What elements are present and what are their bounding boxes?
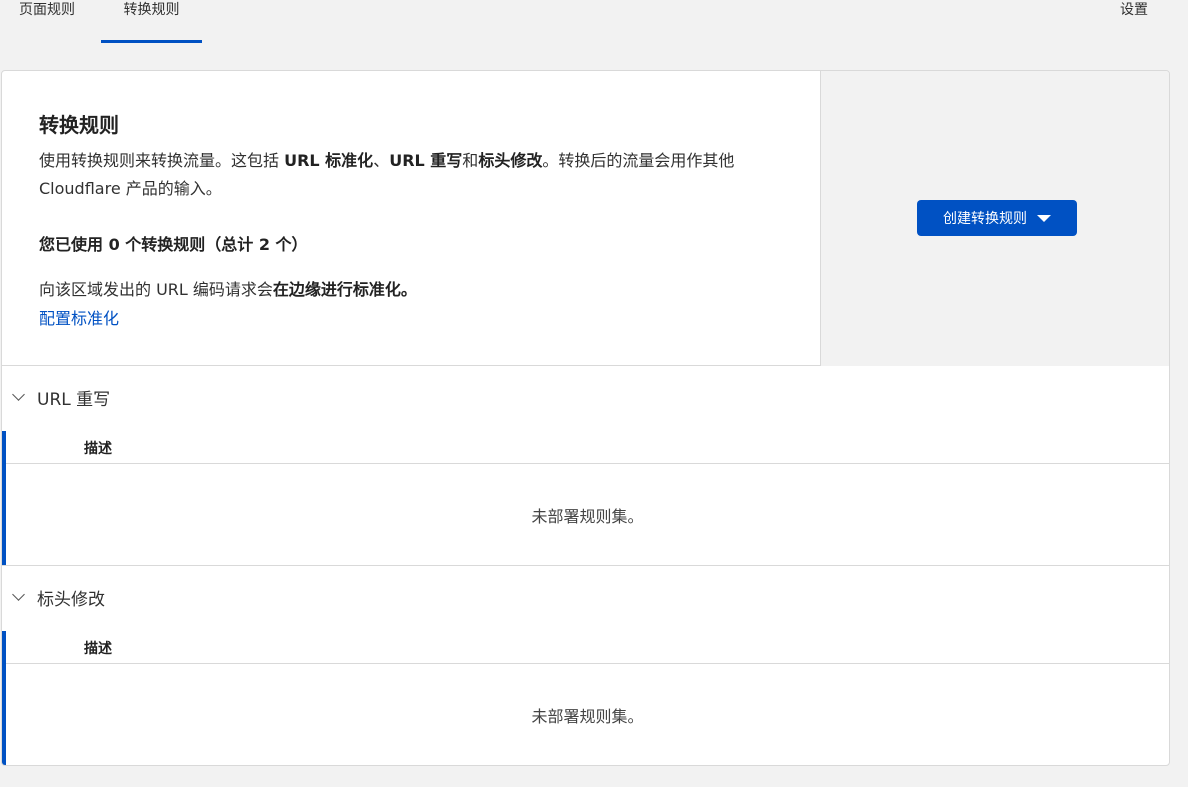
page-footer-strip xyxy=(0,778,1188,787)
hero-panel: 转换规则 使用转换规则来转换流量。这包括 URL 标准化、URL 重写和标头修改… xyxy=(2,71,1169,366)
transform-rules-card: 转换规则 使用转换规则来转换流量。这包括 URL 标准化、URL 重写和标头修改… xyxy=(1,70,1170,766)
tab-transform-rules[interactable]: 转换规则 xyxy=(101,0,202,43)
chevron-down-icon xyxy=(12,588,25,601)
normalization-note: 向该区域发出的 URL 编码请求会在边缘进行标准化。 xyxy=(39,276,417,300)
url-rewrite-toggle[interactable]: URL 重写 xyxy=(10,384,110,410)
hero-action-panel: 创建转换规则 xyxy=(820,71,1169,366)
create-transform-rule-button[interactable]: 创建转换规则 xyxy=(917,200,1077,236)
hero-description: 使用转换规则来转换流量。这包括 URL 标准化、URL 重写和标头修改。转换后的… xyxy=(39,147,784,203)
column-description: 描述 xyxy=(84,641,112,657)
tab-settings-label: 设置 xyxy=(1120,2,1148,18)
configure-normalization-link[interactable]: 配置标准化 xyxy=(39,305,119,329)
table-header: 描述 xyxy=(6,631,1169,664)
header-modification-section: 标头修改 描述 未部署规则集。 xyxy=(2,566,1169,765)
caret-down-icon xyxy=(1037,214,1051,222)
usage-count: 您已使用 0 个转换规则（总计 2 个） xyxy=(39,235,308,254)
tab-settings[interactable]: 设置 xyxy=(1120,0,1148,43)
header-modification-toggle[interactable]: 标头修改 xyxy=(10,584,105,610)
page-title: 转换规则 xyxy=(39,113,119,137)
desc-bold-header-modification: 标头修改 xyxy=(478,151,543,170)
header-modification-title: 标头修改 xyxy=(37,589,105,610)
tab-page-rules-label: 页面规则 xyxy=(19,2,75,18)
desc-bold-url-rewrite: URL 重写 xyxy=(389,151,463,170)
desc-text-1: 使用转换规则来转换流量。这包括 xyxy=(39,151,285,170)
create-transform-rule-label: 创建转换规则 xyxy=(943,211,1027,227)
empty-state: 未部署规则集。 xyxy=(531,706,644,726)
tab-page-rules[interactable]: 页面规则 xyxy=(19,0,75,43)
empty-state: 未部署规则集。 xyxy=(531,506,644,526)
url-rewrite-title: URL 重写 xyxy=(37,389,111,410)
tab-bar: 页面规则 转换规则 设置 xyxy=(0,0,1188,43)
column-description: 描述 xyxy=(84,441,112,457)
desc-sep-1: 、 xyxy=(373,151,390,170)
url-rewrite-section: URL 重写 描述 未部署规则集。 xyxy=(2,366,1169,566)
url-rewrite-table: 描述 未部署规则集。 xyxy=(2,431,1169,565)
tab-transform-rules-label: 转换规则 xyxy=(123,2,180,18)
normalization-bold: 在边缘进行标准化。 xyxy=(272,280,417,299)
hero-info: 转换规则 使用转换规则来转换流量。这包括 URL 标准化、URL 重写和标头修改… xyxy=(2,71,820,366)
desc-bold-url-normalization: URL 标准化 xyxy=(284,151,374,170)
normalization-text: 向该区域发出的 URL 编码请求会 xyxy=(39,280,273,299)
chevron-down-icon xyxy=(12,388,25,401)
desc-sep-2: 和 xyxy=(462,151,479,170)
header-modification-table: 描述 未部署规则集。 xyxy=(2,631,1169,765)
table-header: 描述 xyxy=(6,431,1169,464)
